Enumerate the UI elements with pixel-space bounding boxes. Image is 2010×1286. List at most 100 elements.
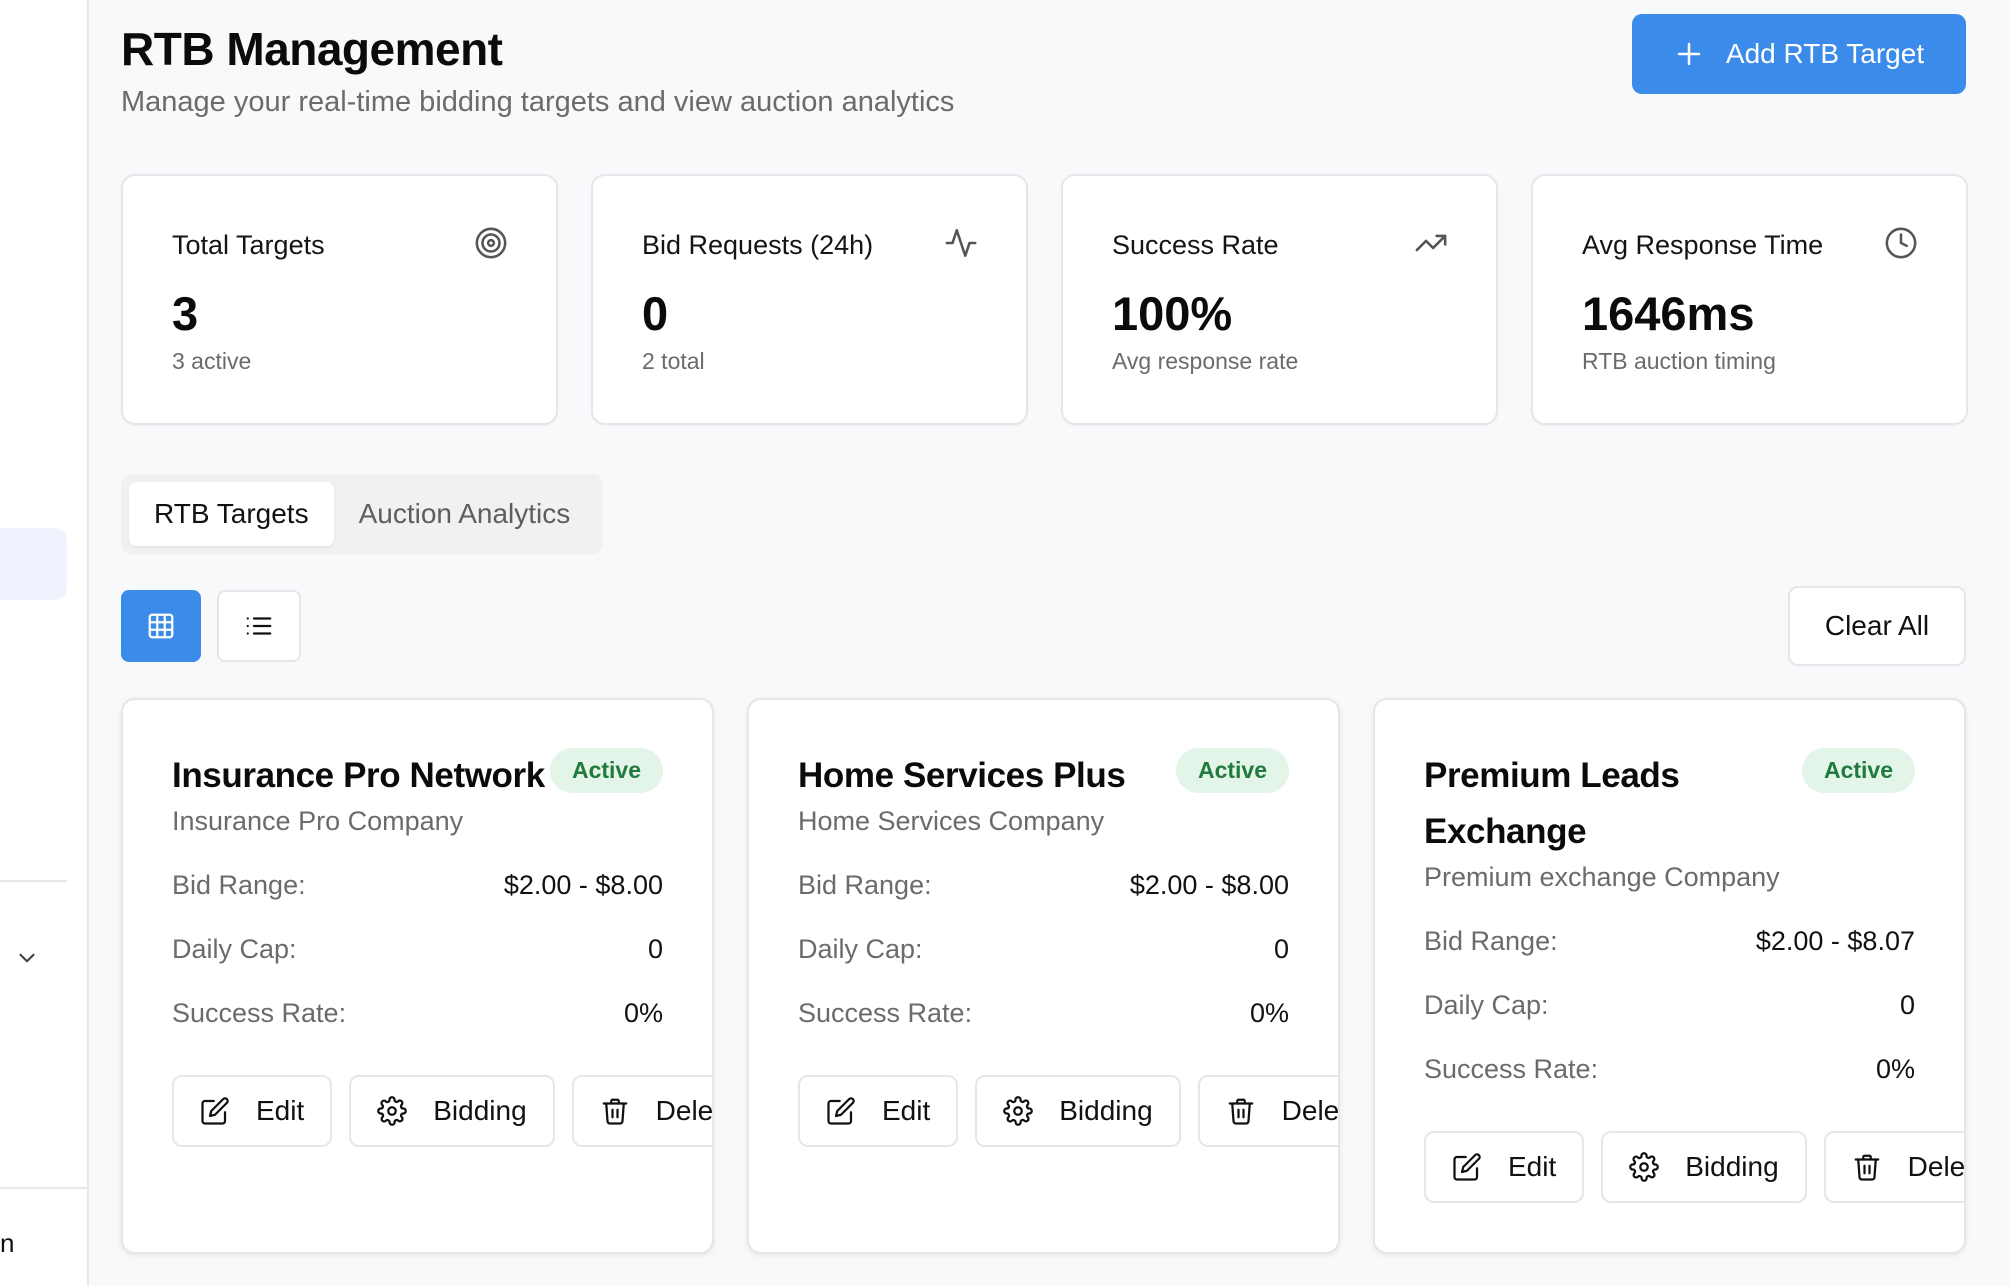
- target-card: Insurance Pro Network Active Insurance P…: [121, 698, 714, 1254]
- daily-cap-value: 0: [1273, 933, 1289, 964]
- edit-icon: [201, 1097, 229, 1125]
- trending-up-icon: [1415, 234, 1447, 252]
- edit-button[interactable]: Edit: [1424, 1131, 1585, 1203]
- bidding-label: Bidding: [433, 1095, 527, 1126]
- stat-subtext: 3 active: [172, 348, 252, 374]
- bidding-label: Bidding: [1685, 1151, 1779, 1182]
- sidebar-divider: [0, 880, 67, 882]
- stat-subtext: RTB auction timing: [1582, 348, 1776, 374]
- delete-button[interactable]: Delete: [1197, 1075, 1340, 1147]
- delete-button[interactable]: Delete: [1823, 1131, 1966, 1203]
- clock-icon: [1885, 227, 1917, 259]
- daily-cap-value: 0: [647, 933, 663, 964]
- success-rate-label: Success Rate:: [1424, 1053, 1599, 1084]
- target-name: Home Services Plus: [798, 756, 1126, 795]
- bid-range-value: $2.00 - $8.07: [1755, 925, 1915, 956]
- target-company: Insurance Pro Company: [172, 806, 464, 836]
- tab-auction-analytics[interactable]: Auction Analytics: [334, 482, 596, 546]
- gear-icon: [377, 1096, 408, 1126]
- sidebar: n: [0, 0, 89, 1286]
- grid-icon: [148, 613, 174, 639]
- bidding-button[interactable]: Bidding: [975, 1075, 1181, 1147]
- stats-row: Total Targets 3 3 active Bid Requests (2…: [121, 174, 1968, 425]
- sidebar-footer-label[interactable]: n: [0, 1228, 14, 1259]
- bid-range-label: Bid Range:: [798, 869, 932, 900]
- success-rate-label: Success Rate:: [798, 997, 973, 1028]
- bid-range-value: $2.00 - $8.00: [1129, 869, 1289, 900]
- status-badge: Active: [1175, 748, 1289, 793]
- delete-label: Delete: [1907, 1151, 1966, 1182]
- delete-button[interactable]: Delete: [571, 1075, 714, 1147]
- success-rate-row: Success Rate: 0%: [1424, 1037, 1915, 1101]
- bidding-label: Bidding: [1059, 1095, 1153, 1126]
- sidebar-active-item[interactable]: [0, 528, 67, 600]
- daily-cap-row: Daily Cap: 0: [172, 917, 663, 981]
- target-company: Premium exchange Company: [1424, 862, 1780, 892]
- bidding-button[interactable]: Bidding: [1601, 1131, 1807, 1203]
- gear-icon: [1003, 1096, 1034, 1126]
- page-title: RTB Management: [121, 23, 503, 75]
- list-icon: [246, 617, 272, 635]
- bidding-button[interactable]: Bidding: [349, 1075, 555, 1147]
- clear-all-button[interactable]: Clear All: [1788, 586, 1966, 666]
- trash-icon: [1228, 1098, 1254, 1125]
- tab-rtb-targets[interactable]: RTB Targets: [129, 482, 334, 546]
- main-content: RTB Management Manage your real-time bid…: [89, 0, 2010, 1286]
- add-rtb-target-label: Add RTB Target: [1725, 38, 1925, 69]
- daily-cap-row: Daily Cap: 0: [1424, 973, 1915, 1037]
- stat-value: 1646ms: [1582, 287, 1755, 340]
- target-card: Home Services Plus Active Home Services …: [747, 698, 1340, 1254]
- bid-range-label: Bid Range:: [172, 869, 306, 900]
- daily-cap-label: Daily Cap:: [1424, 989, 1549, 1020]
- daily-cap-label: Daily Cap:: [798, 933, 923, 964]
- stat-label: Bid Requests (24h): [642, 230, 874, 260]
- success-rate-label: Success Rate:: [172, 997, 347, 1028]
- target-company: Home Services Company: [798, 806, 1105, 836]
- status-badge: Active: [549, 748, 663, 793]
- stat-label: Total Targets: [172, 230, 325, 260]
- stat-label: Success Rate: [1112, 230, 1279, 260]
- bid-range-label: Bid Range:: [1424, 925, 1558, 956]
- bid-range-value: $2.00 - $8.00: [503, 869, 663, 900]
- success-rate-row: Success Rate: 0%: [172, 981, 663, 1045]
- edit-label: Edit: [1508, 1151, 1557, 1182]
- bid-range-row: Bid Range: $2.00 - $8.07: [1424, 909, 1915, 973]
- edit-label: Edit: [256, 1095, 305, 1126]
- list-view-button[interactable]: [217, 590, 301, 662]
- stat-card-total-targets: Total Targets 3 3 active: [121, 174, 558, 425]
- plus-icon: [1677, 42, 1701, 66]
- stat-subtext: Avg response rate: [1112, 348, 1299, 374]
- bid-range-row: Bid Range: $2.00 - $8.00: [798, 853, 1289, 917]
- bid-range-row: Bid Range: $2.00 - $8.00: [172, 853, 663, 917]
- success-rate-row: Success Rate: 0%: [798, 981, 1289, 1045]
- grid-view-button[interactable]: [121, 590, 201, 662]
- target-card: Premium Leads Exchange Active Premium ex…: [1373, 698, 1966, 1254]
- trash-icon: [602, 1098, 628, 1125]
- sidebar-divider: [0, 1187, 89, 1189]
- edit-button[interactable]: Edit: [798, 1075, 959, 1147]
- chevron-down-icon[interactable]: [14, 945, 40, 971]
- stat-label: Avg Response Time: [1582, 230, 1824, 260]
- trash-icon: [1854, 1154, 1880, 1181]
- edit-icon: [827, 1097, 855, 1125]
- stat-value: 100%: [1112, 287, 1233, 340]
- edit-button[interactable]: Edit: [172, 1075, 333, 1147]
- stat-value: 0: [642, 287, 669, 340]
- success-rate-value: 0%: [623, 997, 663, 1028]
- edit-icon: [1453, 1153, 1481, 1181]
- delete-label: Delete: [655, 1095, 714, 1126]
- success-rate-value: 0%: [1875, 1053, 1915, 1084]
- add-rtb-target-button[interactable]: Add RTB Target: [1632, 14, 1966, 94]
- status-badge: Active: [1801, 748, 1915, 793]
- delete-label: Delete: [1281, 1095, 1340, 1126]
- target-icon: [475, 227, 507, 259]
- stat-card-avg-response-time: Avg Response Time 1646ms RTB auction tim…: [1531, 174, 1968, 425]
- stat-subtext: 2 total: [642, 348, 705, 374]
- daily-cap-label: Daily Cap:: [172, 933, 297, 964]
- daily-cap-value: 0: [1899, 989, 1915, 1020]
- target-name: Premium Leads Exchange: [1424, 756, 1680, 851]
- gear-icon: [1629, 1152, 1660, 1182]
- target-card-grid: Insurance Pro Network Active Insurance P…: [121, 698, 1966, 1254]
- target-name: Insurance Pro Network: [172, 756, 545, 795]
- daily-cap-row: Daily Cap: 0: [798, 917, 1289, 981]
